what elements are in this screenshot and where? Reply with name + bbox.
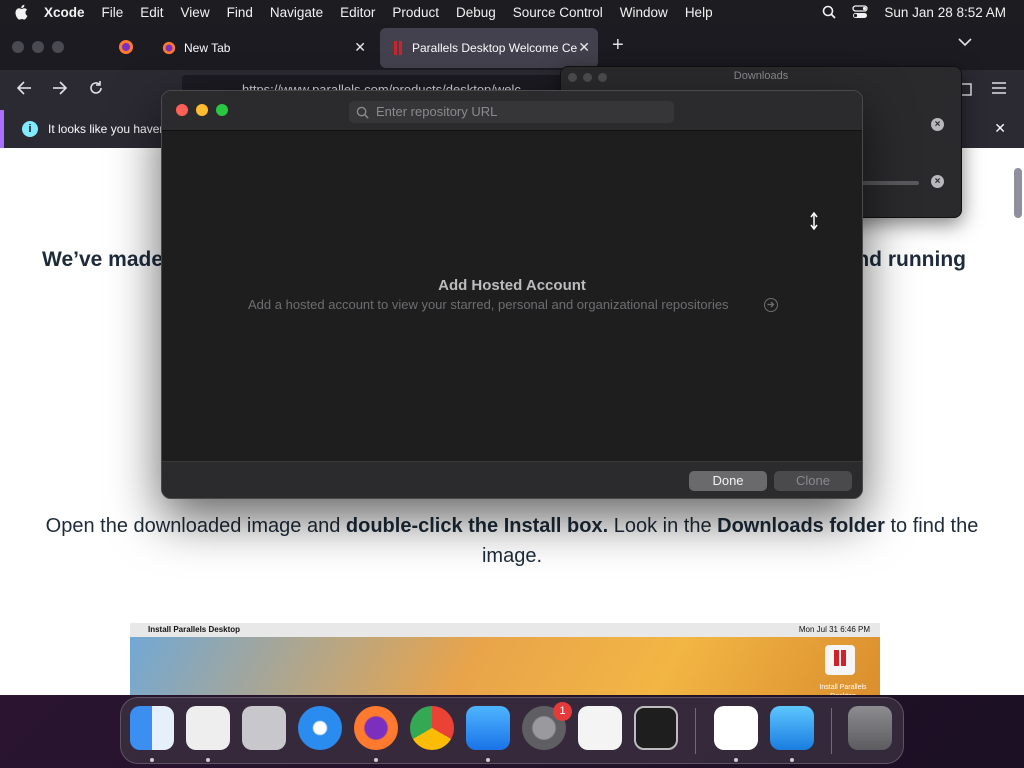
dock-separator [831,708,832,754]
running-indicator [734,758,738,762]
chrome-icon[interactable] [410,706,454,750]
list-all-tabs-chevron-icon[interactable] [958,38,972,47]
tab-bar: New Tab ✕ Parallels Desktop Welcome Cen … [0,24,1024,70]
tab-parallels[interactable]: Parallels Desktop Welcome Cen ✕ [380,28,598,68]
menu-source-control[interactable]: Source Control [513,5,603,20]
instruction-bold: double-click the Install box. [345,515,609,537]
clone-button[interactable]: Clone [774,471,852,491]
download-remove-icon[interactable]: × [931,118,944,131]
back-arrow-icon[interactable] [16,80,32,96]
minimize-window-button[interactable] [196,104,208,116]
download-progress-bar [861,181,919,185]
forward-arrow-icon[interactable] [52,80,68,96]
zoom-window-button[interactable] [216,104,228,116]
clone-repository-dialog: Enter repository URL Add Hosted Account … [161,90,863,499]
heading-left-text: We’ve made [42,248,164,271]
firefox-view-icon[interactable] [118,39,134,55]
menu-edit[interactable]: Edit [140,5,163,20]
preview-app-name: Install Parallels Desktop [148,625,241,634]
running-indicator [374,758,378,762]
running-indicator [206,758,210,762]
firefox-icon[interactable] [354,706,398,750]
app-store-icon[interactable] [466,706,510,750]
menu-help[interactable]: Help [685,5,713,20]
installer-screenshot-image: Install Parallels Desktop Mon Jul 31 6:4… [130,623,880,695]
dialog-window-controls [176,104,228,116]
preview-menubar: Install Parallels Desktop Mon Jul 31 6:4… [130,623,880,637]
done-button[interactable]: Done [689,471,767,491]
new-tab-plus-icon[interactable]: + [612,34,624,57]
repository-url-input[interactable]: Enter repository URL [349,101,674,123]
downloads-title: Downloads [733,70,789,82]
tab-title: New Tab [184,41,231,55]
spotlight-search-icon[interactable] [822,5,837,19]
scrollbar[interactable] [1014,168,1022,218]
menu-product[interactable]: Product [392,5,439,20]
menu-editor[interactable]: Editor [340,5,375,20]
search-icon [356,106,369,119]
menubar-clock[interactable]: Sun Jan 28 8:52 AM [884,5,1006,20]
textedit-icon[interactable] [578,706,622,750]
menu-bar: Xcode File Edit View Find Navigate Edito… [0,0,1024,24]
add-account-arrow-icon[interactable] [764,298,778,312]
search-placeholder: Enter repository URL [376,104,498,119]
parallels-installer-icon [825,645,855,675]
terminal-icon[interactable] [634,706,678,750]
menu-window[interactable]: Window [620,5,668,20]
tab-title: Parallels Desktop Welcome Cen [412,41,577,55]
xcode-icon[interactable] [770,706,814,750]
launchpad-icon[interactable] [242,706,286,750]
download-remove-icon[interactable]: × [931,175,944,188]
notification-close-icon[interactable]: ✕ [994,120,1006,137]
notification-text: It looks like you haven't [48,122,172,136]
apple-menu-icon[interactable] [14,4,28,20]
close-window-button[interactable] [176,104,188,116]
instruction-text: Open the downloaded image and [45,515,346,537]
dock-separator [695,708,696,754]
firefox-tab-icon [162,41,176,55]
trash-icon[interactable] [848,706,892,750]
parallels-desktop-icon[interactable] [186,706,230,750]
empty-state-title: Add Hosted Account [438,277,586,294]
install-instructions: Open the downloaded image and double-cli… [20,511,1004,571]
control-center-icon[interactable] [852,5,869,19]
dock [120,697,904,764]
empty-state-subtitle: Add a hosted account to view your starre… [248,297,729,312]
menu-file[interactable]: File [102,5,124,20]
tab-close-icon[interactable]: ✕ [578,39,590,56]
browser-window-controls[interactable] [12,41,64,53]
hamburger-menu-icon[interactable] [992,82,1006,94]
safari-icon[interactable] [298,706,342,750]
menu-debug[interactable]: Debug [456,5,496,20]
parallels-tab-icon [394,41,402,55]
running-indicator [790,758,794,762]
tab-close-icon[interactable]: ✕ [354,39,366,56]
visual-studio-icon[interactable] [714,706,758,750]
dialog-titlebar: Enter repository URL [162,91,862,131]
dialog-footer: Done Clone [162,461,862,498]
info-icon: i [22,121,38,137]
running-indicator [486,758,490,762]
instruction-bold: Downloads folder [717,515,885,537]
instruction-text: Look in the [608,515,718,537]
menu-navigate[interactable]: Navigate [270,5,323,20]
running-indicator [150,758,154,762]
finder-icon[interactable] [130,706,174,750]
notification-badge: 1 [553,702,572,721]
tab-new-tab[interactable]: New Tab ✕ [150,28,376,68]
preview-clock: Mon Jul 31 6:46 PM [798,625,870,634]
resize-cursor-icon [810,212,818,230]
reload-icon[interactable] [88,80,104,96]
heading-right-text: nd running [856,248,966,271]
menu-app-name[interactable]: Xcode [44,5,85,20]
preview-icon-label: Install Parallels Desktop [819,684,867,695]
menu-find[interactable]: Find [227,5,253,20]
menu-view[interactable]: View [181,5,210,20]
